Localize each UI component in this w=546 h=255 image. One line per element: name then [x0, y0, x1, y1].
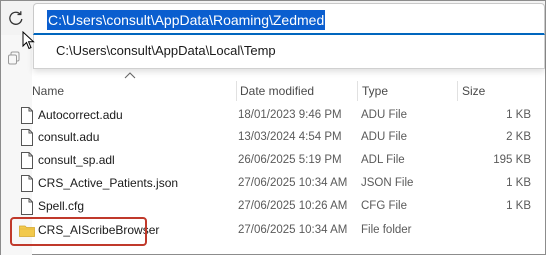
file-size: 2 KB: [506, 131, 531, 143]
file-name: Autocorrect.adu: [38, 108, 123, 122]
column-divider[interactable]: [236, 81, 237, 101]
file-explorer-window: C:\Users\consult\AppData\Roaming\Zedmed …: [0, 0, 546, 255]
file-size: 1 KB: [506, 109, 531, 121]
file-row[interactable]: Autocorrect.adu 18/01/2023 9:46 PM ADU F…: [15, 105, 545, 126]
file-row[interactable]: consult.adu 13/03/2024 4:54 PM ADU File …: [15, 127, 545, 148]
address-suggestion-item[interactable]: C:\Users\consult\AppData\Local\Temp: [56, 43, 276, 59]
file-size: 1 KB: [506, 200, 531, 212]
file-icon: [21, 107, 33, 124]
file-date: 27/06/2025 10:34 AM: [238, 224, 348, 236]
file-row[interactable]: Spell.cfg 27/06/2025 10:26 AM CFG File 1…: [15, 196, 545, 217]
file-date: 18/01/2023 9:46 PM: [238, 109, 342, 121]
file-name: Spell.cfg: [38, 199, 85, 213]
file-date: 27/06/2025 10:34 AM: [238, 177, 348, 189]
file-icon: [21, 152, 33, 169]
file-size: 1 KB: [506, 177, 531, 189]
address-toolbar: C:\Users\consult\AppData\Roaming\Zedmed: [1, 1, 545, 35]
file-name: CRS_Active_Patients.json: [38, 176, 179, 190]
file-type: JSON File: [361, 177, 414, 189]
file-date: 26/06/2025 5:19 PM: [238, 154, 342, 166]
sort-ascending-icon: [124, 72, 136, 79]
file-size: 195 KB: [493, 154, 531, 166]
column-header-date[interactable]: Date modified: [240, 84, 314, 98]
file-row[interactable]: CRS_Active_Patients.json 27/06/2025 10:3…: [15, 173, 545, 194]
file-icon: [21, 198, 33, 215]
file-date: 13/03/2024 4:54 PM: [238, 131, 342, 143]
highlight-annotation-box: [10, 217, 147, 246]
file-type: ADL File: [361, 154, 405, 166]
file-icon: [21, 129, 33, 146]
file-row[interactable]: consult_sp.adl 26/06/2025 5:19 PM ADL Fi…: [15, 150, 545, 171]
mouse-cursor-icon: [22, 31, 35, 50]
file-type: ADU File: [361, 109, 408, 121]
file-type: File folder: [361, 224, 412, 236]
column-divider[interactable]: [457, 81, 458, 101]
file-date: 27/06/2025 10:26 AM: [238, 200, 348, 212]
address-bar-input[interactable]: C:\Users\consult\AppData\Roaming\Zedmed: [33, 3, 545, 35]
address-bar-selected-text: C:\Users\consult\AppData\Roaming\Zedmed: [47, 10, 326, 30]
column-header-name[interactable]: Name: [32, 84, 64, 98]
file-icon: [21, 175, 33, 192]
refresh-icon[interactable]: [7, 9, 25, 27]
column-divider[interactable]: [357, 81, 358, 101]
file-name: consult.adu: [38, 130, 100, 144]
column-header-size[interactable]: Size: [462, 84, 485, 98]
file-type: ADU File: [361, 131, 408, 143]
column-header-type[interactable]: Type: [362, 84, 388, 98]
file-type: CFG File: [361, 200, 407, 212]
address-suggestion-dropdown: C:\Users\consult\AppData\Local\Temp: [33, 35, 545, 69]
file-name: consult_sp.adl: [38, 153, 115, 167]
copy-icon[interactable]: [7, 51, 21, 65]
